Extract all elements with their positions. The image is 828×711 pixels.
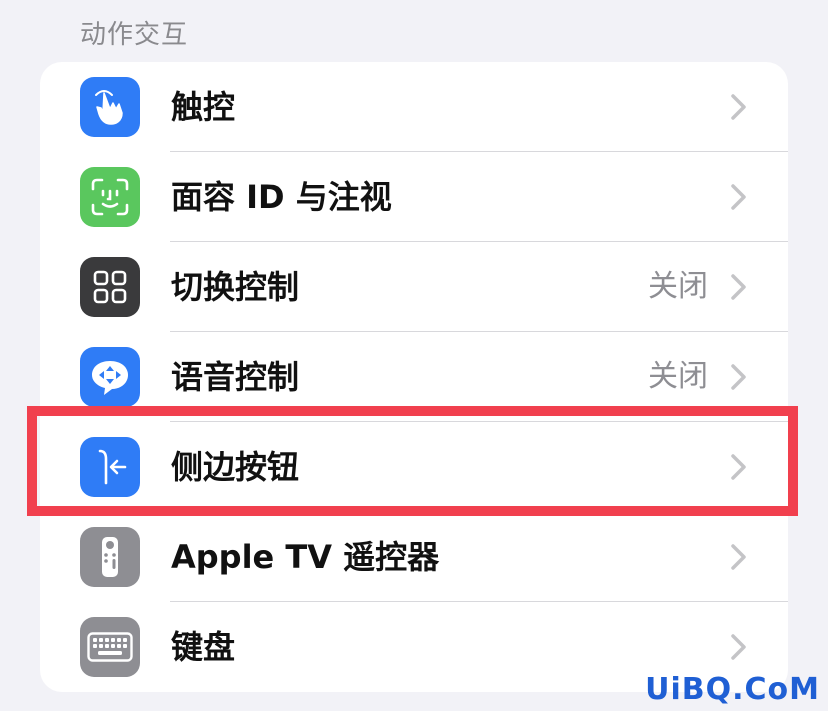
row-value: 关闭 (648, 269, 708, 304)
row-label: 语音控制 (171, 358, 300, 396)
chevron-right-icon (731, 184, 746, 210)
apple-tv-remote-icon (80, 527, 140, 587)
keyboard-icon (80, 617, 140, 677)
chevron-right-icon (731, 454, 746, 480)
row-label: 侧边按钮 (171, 448, 300, 486)
chevron-right-icon (731, 364, 746, 390)
switch-control-grid-icon (80, 257, 140, 317)
row-label: 触控 (171, 88, 236, 126)
row-label: 面容 ID 与注视 (171, 178, 392, 216)
chevron-right-icon (731, 94, 746, 120)
section-header: 动作交互 (80, 20, 189, 50)
watermark: UiBQ.CoM (645, 672, 820, 707)
row-apple-tv-remote[interactable]: Apple TV 遥控器 (40, 512, 788, 602)
touch-hand-icon (80, 77, 140, 137)
chevron-right-icon (731, 274, 746, 300)
row-voice-control[interactable]: 语音控制 关闭 (40, 332, 788, 422)
chevron-right-icon (731, 634, 746, 660)
row-label: 切换控制 (171, 268, 300, 306)
chevron-right-icon (731, 544, 746, 570)
settings-card: 触控 面容 ID 与注视 切换控制 关闭 语音控制 关闭 侧边按钮 Apple … (40, 62, 788, 692)
row-face-id[interactable]: 面容 ID 与注视 (40, 152, 788, 242)
row-label: 键盘 (171, 628, 236, 666)
voice-control-icon (80, 347, 140, 407)
row-touch[interactable]: 触控 (40, 62, 788, 152)
row-value: 关闭 (648, 359, 708, 394)
row-label: Apple TV 遥控器 (171, 538, 440, 576)
face-id-icon (80, 167, 140, 227)
row-switch-control[interactable]: 切换控制 关闭 (40, 242, 788, 332)
side-button-icon (80, 437, 140, 497)
row-side-button[interactable]: 侧边按钮 (40, 422, 788, 512)
